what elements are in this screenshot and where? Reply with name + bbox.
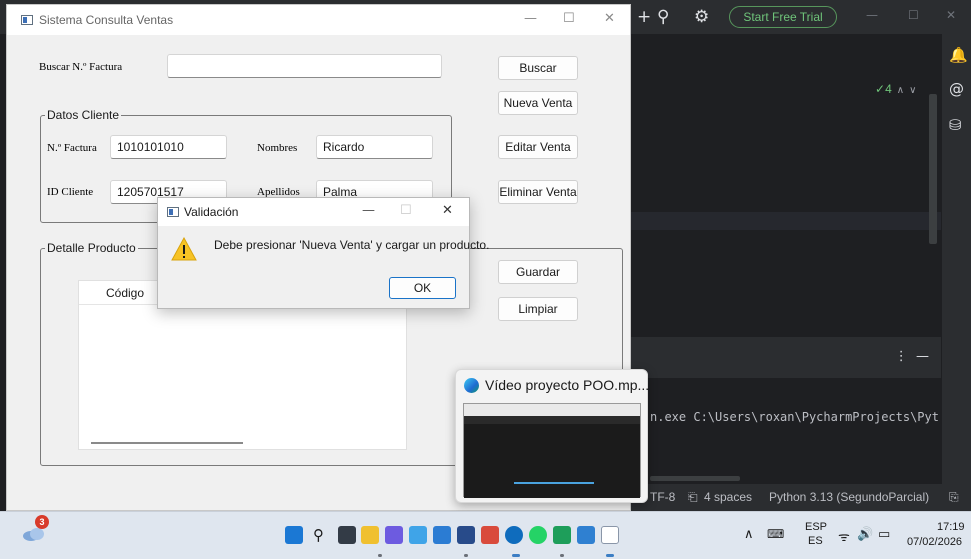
- running-indicator: [378, 554, 382, 557]
- database-icon[interactable]: ⛁: [949, 116, 962, 134]
- search-icon[interactable]: ⚲: [657, 7, 669, 27]
- id-cliente-label: ID Cliente: [47, 186, 94, 198]
- run-console[interactable]: n.exe C:\Users\roxan\PycharmProjects\Pyt: [630, 378, 941, 484]
- windows-taskbar: 3 ⚲ ∧ ⌨ ESP ES ᯤ 🔊 ▭ 17:19 07/02/2026: [0, 511, 971, 559]
- editor-scrollbar[interactable]: [929, 94, 937, 244]
- settings-gear-icon[interactable]: ⚙: [694, 7, 709, 27]
- app-title: Sistema Consulta Ventas: [39, 13, 174, 27]
- weather-badge: 3: [35, 515, 49, 529]
- ide-close-icon[interactable]: ✕: [946, 8, 956, 22]
- eliminar-venta-button[interactable]: Eliminar Venta: [498, 180, 578, 204]
- start-free-trial-button[interactable]: Start Free Trial: [729, 6, 837, 28]
- ide-status-bar: TF-8 ⎗ 4 spaces Python 3.13 (SegundoParc…: [630, 484, 971, 511]
- whatsapp-icon[interactable]: [529, 526, 547, 544]
- wifi-icon[interactable]: ᯤ: [838, 527, 850, 545]
- nombres-field[interactable]: Ricardo: [316, 135, 433, 159]
- console-scrollbar[interactable]: [650, 476, 740, 481]
- buscar-button[interactable]: Buscar: [498, 56, 578, 80]
- factura-label: N.º Factura: [47, 142, 97, 154]
- file-explorer-icon[interactable]: [361, 526, 379, 544]
- factura-field[interactable]: 1010101010: [110, 135, 227, 159]
- dialog-maximize-icon: ☐: [400, 203, 412, 218]
- app-window-icon: [21, 15, 33, 25]
- volume-icon[interactable]: 🔊: [857, 527, 873, 542]
- close-icon[interactable]: ✕: [604, 11, 615, 26]
- thumbnail-video-track: [514, 482, 594, 484]
- python-window-icon[interactable]: [601, 526, 619, 544]
- minimize-icon[interactable]: —: [524, 11, 537, 26]
- edge-browser-icon: [464, 378, 479, 393]
- pycharm-icon[interactable]: [553, 526, 571, 544]
- start-icon[interactable]: [285, 526, 303, 544]
- search-taskbar-icon[interactable]: ⚲: [313, 526, 331, 544]
- lang-bottom[interactable]: ES: [808, 535, 823, 547]
- battery-icon[interactable]: ▭: [878, 527, 890, 542]
- lang-top[interactable]: ESP: [805, 521, 827, 533]
- photos-icon[interactable]: [409, 526, 427, 544]
- ide-right-toolbar: 🔔 @ ⛁: [941, 34, 971, 496]
- ide-maximize-icon[interactable]: ☐: [908, 8, 919, 22]
- search-invoice-input[interactable]: [167, 54, 442, 78]
- ide-editor[interactable]: ✓4 ∧ ∨: [630, 34, 941, 336]
- running-indicator: [606, 554, 614, 557]
- status-indent[interactable]: 4 spaces: [704, 484, 752, 511]
- column-header-codigo[interactable]: Código: [106, 286, 144, 300]
- ide-minimize-icon[interactable]: —: [866, 8, 878, 22]
- chevron-down-icon[interactable]: ∨: [909, 85, 916, 96]
- datos-cliente-legend: Datos Cliente: [45, 108, 122, 122]
- app-icon-5[interactable]: [577, 526, 595, 544]
- thumbnail-title: Vídeo proyecto POO.mp...: [485, 377, 650, 393]
- check-icon: ✓: [875, 82, 886, 96]
- ok-button[interactable]: OK: [389, 277, 456, 299]
- run-tool-header: ⋮ —: [630, 336, 941, 378]
- thumbnail-browser-bar: [464, 404, 640, 416]
- dialog-window-icon: [167, 207, 179, 217]
- inspections-widget[interactable]: ✓4 ∧ ∨: [875, 82, 916, 96]
- thumbnail-video-area: [464, 424, 640, 498]
- app-titlebar: Sistema Consulta Ventas — ☐ ✕: [7, 5, 630, 35]
- warning-icon: [171, 237, 197, 261]
- ai-assistant-icon[interactable]: @: [949, 80, 964, 98]
- maximize-icon[interactable]: ☐: [563, 11, 575, 26]
- task-view-icon[interactable]: [338, 526, 356, 544]
- dialog-minimize-icon[interactable]: —: [362, 203, 375, 218]
- validation-dialog: Validación — ☐ ✕ Debe presionar 'Nueva V…: [157, 197, 489, 309]
- running-indicator: [560, 554, 564, 557]
- clock-time[interactable]: 17:19: [937, 521, 965, 533]
- running-indicator: [512, 554, 520, 557]
- app-icon-4[interactable]: [481, 526, 499, 544]
- current-line-highlight: [630, 212, 941, 230]
- inspections-count: 4: [885, 82, 892, 96]
- edge-taskbar-icon[interactable]: [505, 526, 523, 544]
- console-line: n.exe C:\Users\roxan\PycharmProjects\Pyt: [650, 410, 939, 424]
- nueva-venta-button[interactable]: Nueva Venta: [498, 91, 578, 115]
- app-icon-3[interactable]: [457, 526, 475, 544]
- running-indicator: [464, 554, 468, 557]
- app-icon-2[interactable]: [433, 526, 451, 544]
- app-icon-1[interactable]: [385, 526, 403, 544]
- dialog-title: Validación: [184, 205, 239, 219]
- more-options-icon[interactable]: ⋮ —: [895, 349, 929, 364]
- dialog-close-icon[interactable]: ✕: [442, 203, 453, 218]
- nombres-label: Nombres: [257, 142, 298, 154]
- thumbnail-image: [463, 403, 641, 498]
- status-encoding[interactable]: TF-8: [650, 484, 675, 511]
- plus-icon[interactable]: +: [637, 7, 651, 27]
- keyboard-icon[interactable]: ⌨: [767, 527, 784, 541]
- chevron-up-icon[interactable]: ∧: [897, 85, 904, 96]
- table-horizontal-scrollbar[interactable]: [91, 442, 243, 444]
- tray-chevron-up-icon[interactable]: ∧: [744, 527, 754, 542]
- indent-icon: ⎗: [688, 490, 698, 504]
- share-icon[interactable]: ⎘: [949, 484, 959, 511]
- dialog-message: Debe presionar 'Nueva Venta' y cargar un…: [214, 238, 490, 252]
- status-interpreter[interactable]: Python 3.13 (SegundoParcial): [769, 484, 929, 511]
- detalle-producto-legend: Detalle Producto: [45, 241, 138, 255]
- notifications-bell-icon[interactable]: 🔔: [949, 46, 968, 64]
- dialog-titlebar: Validación — ☐ ✕: [158, 198, 469, 226]
- search-label: Buscar N.º Factura: [39, 61, 123, 73]
- clock-date[interactable]: 07/02/2026: [907, 536, 962, 548]
- taskbar-thumbnail-preview[interactable]: Vídeo proyecto POO.mp...: [455, 369, 650, 503]
- editar-venta-button[interactable]: Editar Venta: [498, 135, 578, 159]
